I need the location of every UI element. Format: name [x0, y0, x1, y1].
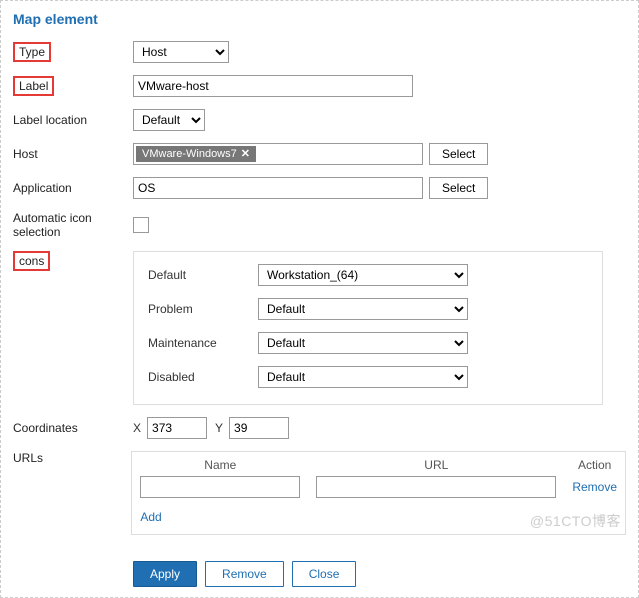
label-urls: URLs	[13, 451, 131, 465]
label-coordinates: Coordinates	[13, 421, 133, 435]
url-remove-link[interactable]: Remove	[572, 480, 617, 494]
page-title: Map element	[13, 11, 98, 27]
type-select[interactable]: Host	[133, 41, 229, 63]
icon-disabled-label: Disabled	[148, 370, 258, 384]
label-application: Application	[13, 181, 133, 195]
urls-header-action: Action	[564, 452, 625, 476]
coord-x-input[interactable]	[147, 417, 207, 439]
coord-x-label: X	[133, 421, 141, 435]
url-url-input[interactable]	[316, 476, 556, 498]
remove-button[interactable]: Remove	[205, 561, 284, 587]
icons-group: Default Workstation_(64) Problem Default…	[133, 251, 603, 405]
label-host: Host	[13, 147, 133, 161]
application-select-button[interactable]: Select	[429, 177, 488, 199]
label-input[interactable]	[133, 75, 413, 97]
application-input[interactable]	[133, 177, 423, 199]
label-location-select[interactable]: Default	[133, 109, 205, 131]
apply-button[interactable]: Apply	[133, 561, 197, 587]
icon-default-label: Default	[148, 268, 258, 282]
label-label: Label	[13, 76, 54, 96]
host-multiselect[interactable]: VMware-Windows7 ✕	[133, 143, 423, 165]
coord-y-input[interactable]	[229, 417, 289, 439]
url-add-link[interactable]: Add	[140, 510, 161, 524]
host-tag[interactable]: VMware-Windows7 ✕	[136, 146, 256, 162]
host-select-button[interactable]: Select	[429, 143, 488, 165]
host-tag-remove-icon[interactable]: ✕	[241, 147, 250, 160]
icon-maintenance-label: Maintenance	[148, 336, 258, 350]
auto-icon-checkbox[interactable]	[133, 217, 149, 233]
coord-y-label: Y	[215, 421, 223, 435]
label-auto-icon: Automatic icon selection	[13, 211, 133, 239]
icon-maintenance-select[interactable]: Default	[258, 332, 468, 354]
urls-group: Name URL Action Remove Add	[131, 451, 626, 535]
host-tag-text: VMware-Windows7	[142, 148, 237, 160]
label-icons: cons	[13, 251, 50, 271]
icon-problem-select[interactable]: Default	[258, 298, 468, 320]
urls-header-name: Name	[132, 452, 308, 476]
url-name-input[interactable]	[140, 476, 300, 498]
icon-default-select[interactable]: Workstation_(64)	[258, 264, 468, 286]
label-type: Type	[13, 42, 51, 62]
icon-problem-label: Problem	[148, 302, 258, 316]
url-row: Remove	[132, 476, 625, 506]
close-button[interactable]: Close	[292, 561, 357, 587]
urls-header-url: URL	[308, 452, 564, 476]
label-label-location: Label location	[13, 113, 133, 127]
icon-disabled-select[interactable]: Default	[258, 366, 468, 388]
